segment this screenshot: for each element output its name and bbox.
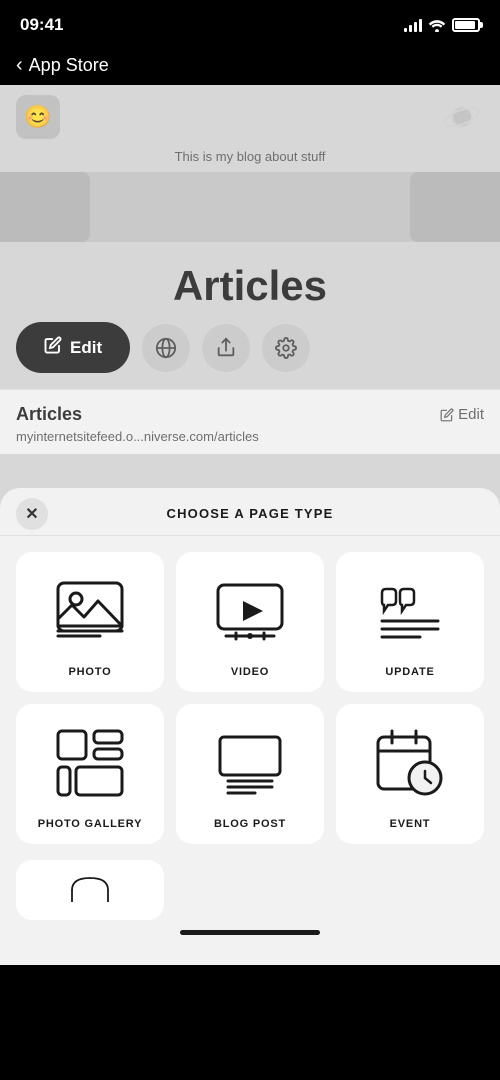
globe-icon [155, 337, 177, 359]
page-type-blog-post[interactable]: BLOG POST [176, 704, 324, 844]
status-time: 09:41 [20, 15, 63, 35]
modal-sheet: ✕ CHOOSE A PAGE TYPE PHOTO [0, 488, 500, 965]
modal-title: CHOOSE A PAGE TYPE [166, 506, 333, 521]
edit-button-label: Edit [70, 338, 102, 358]
page-type-photo-gallery[interactable]: PHOTO GALLERY [16, 704, 164, 844]
photo-type-icon [24, 568, 156, 654]
page-type-video[interactable]: VIDEO [176, 552, 324, 692]
planet-icon-button[interactable] [440, 95, 484, 139]
edit-pencil-icon [44, 336, 62, 359]
top-action-bar: 😊 [0, 85, 500, 145]
page-info-url: myinternetsitefeed.o...niverse.com/artic… [16, 429, 484, 444]
page-info-edit-button[interactable]: Edit [440, 406, 484, 423]
update-label: UPDATE [385, 666, 434, 678]
update-type-icon [344, 568, 476, 654]
page-types-grid: PHOTO VIDEO [0, 536, 500, 860]
blog-post-label: BLOG POST [214, 818, 286, 830]
page-type-partial[interactable] [16, 860, 164, 920]
photo-gallery-label: PHOTO GALLERY [38, 818, 143, 830]
video-type-icon [184, 568, 316, 654]
event-label: EVENT [390, 818, 431, 830]
back-arrow-icon[interactable]: ‹ [16, 54, 23, 77]
share-icon [215, 337, 237, 359]
planet-icon [444, 99, 480, 135]
modal-close-button[interactable]: ✕ [16, 498, 48, 530]
gear-icon [275, 337, 297, 359]
home-indicator [180, 930, 320, 935]
status-icons [404, 18, 480, 32]
page-title: Articles [0, 262, 500, 310]
page-type-update[interactable]: UPDATE [336, 552, 484, 692]
photo-gallery-type-icon [24, 720, 156, 806]
photo-label: PHOTO [69, 666, 112, 678]
banner-right-image [410, 172, 500, 242]
page-info-edit-label: Edit [458, 406, 484, 423]
video-label: VIDEO [231, 666, 269, 678]
page-info-name: Articles [16, 404, 82, 425]
store-icon [65, 872, 115, 902]
edit-small-icon [440, 408, 454, 422]
nav-bar: ‹ App Store [0, 50, 500, 85]
page-type-event[interactable]: EVENT [336, 704, 484, 844]
main-content: 😊 This is my blog about stuff Articles [0, 85, 500, 965]
nav-title[interactable]: App Store [29, 55, 109, 76]
banner-area [0, 172, 500, 242]
settings-button[interactable] [262, 324, 310, 372]
page-info-section: Articles Edit myinternetsitefeed.o...niv… [0, 389, 500, 454]
blog-subtitle: This is my blog about stuff [0, 149, 500, 164]
page-type-photo[interactable]: PHOTO [16, 552, 164, 692]
face-icon-button[interactable]: 😊 [16, 95, 60, 139]
battery-icon [452, 18, 480, 32]
status-bar: 09:41 [0, 0, 500, 50]
event-type-icon [344, 720, 476, 806]
wifi-icon [428, 18, 446, 32]
page-title-section: Articles [0, 242, 500, 322]
banner-left-image [0, 172, 90, 242]
action-buttons-row: Edit [0, 322, 500, 389]
partial-row [0, 860, 500, 920]
face-emoji: 😊 [24, 104, 51, 130]
edit-button[interactable]: Edit [16, 322, 130, 373]
page-info-row: Articles Edit [16, 404, 484, 425]
globe-button[interactable] [142, 324, 190, 372]
signal-bars-icon [404, 18, 422, 32]
modal-header: ✕ CHOOSE A PAGE TYPE [0, 488, 500, 536]
share-button[interactable] [202, 324, 250, 372]
close-icon: ✕ [25, 504, 38, 524]
blog-post-type-icon [184, 720, 316, 806]
